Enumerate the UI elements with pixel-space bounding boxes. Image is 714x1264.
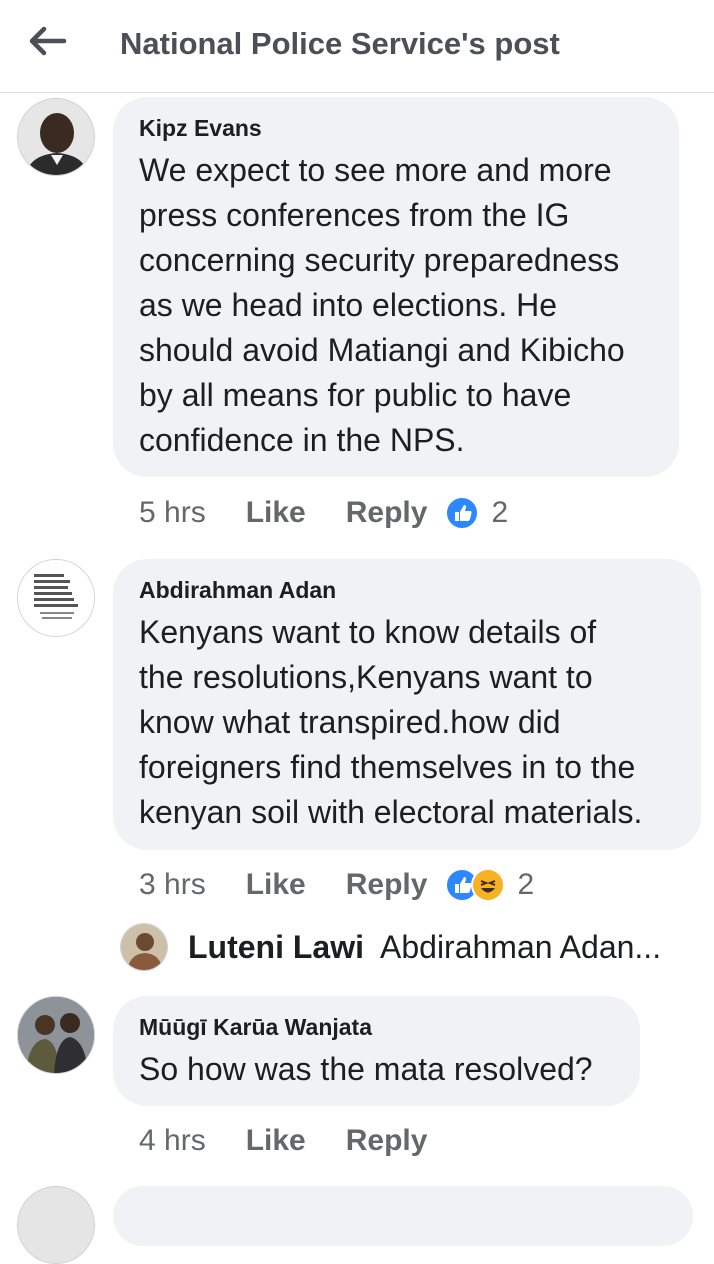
top-bar: National Police Service's post [0,0,714,93]
comment-time[interactable]: 4 hrs [139,1124,206,1158]
person-photo-icon [121,924,167,970]
page-title: National Police Service's post [120,26,560,61]
arrow-left-icon [29,26,67,56]
avatar-abdirahman-adan[interactable] [17,559,95,637]
person-photo-icon [18,997,94,1073]
comment-text: Kenyans want to know details of the reso… [139,614,643,830]
reply-button[interactable]: Reply [346,868,428,902]
comment-actions: 4 hrs Like Reply [139,1121,467,1161]
quote-image-icon [18,560,94,636]
avatar-kipz-evans[interactable] [17,98,95,176]
person-photo-icon [18,99,94,175]
reply-button[interactable]: Reply [346,496,428,530]
like-reaction-icon[interactable] [445,496,480,530]
comment-author[interactable]: Kipz Evans [139,115,653,142]
comment-time[interactable]: 5 hrs [139,496,206,530]
haha-reaction-icon[interactable] [471,868,506,902]
like-button[interactable]: Like [246,1124,306,1158]
comment-author[interactable]: Mūūgī Karūa Wanjata [139,1014,614,1041]
like-button[interactable]: Like [246,496,306,530]
comment-bubble[interactable]: Mūūgī Karūa Wanjata So how was the mata … [113,996,640,1106]
back-button[interactable] [28,26,68,56]
comment-bubble[interactable] [113,1186,693,1246]
reply-preview[interactable]: Luteni Lawi Abdirahman Adan... [120,922,661,972]
reply-button[interactable]: Reply [346,1124,428,1158]
reply-text: Abdirahman Adan... [380,928,662,965]
comment-author[interactable]: Abdirahman Adan [139,577,675,604]
reaction-count[interactable]: 2 [491,496,508,530]
comment-time[interactable]: 3 hrs [139,868,206,902]
reply-author[interactable]: Luteni Lawi [188,929,364,966]
comment-bubble[interactable]: Abdirahman Adan Kenyans want to know det… [113,559,701,850]
like-button[interactable]: Like [246,868,306,902]
comment-text: So how was the mata resolved? [139,1051,593,1087]
avatar-luteni-lawi[interactable] [120,923,168,971]
comment-actions: 3 hrs Like Reply 2 [139,865,534,905]
comment-actions: 5 hrs Like Reply 2 [139,493,508,533]
avatar-muugi-karua-wanjata[interactable] [17,996,95,1074]
avatar-next-comment[interactable] [17,1186,95,1264]
comment-text: We expect to see more and more press con… [139,152,625,458]
reaction-count[interactable]: 2 [517,868,534,902]
comment-bubble[interactable]: Kipz Evans We expect to see more and mor… [113,97,679,477]
